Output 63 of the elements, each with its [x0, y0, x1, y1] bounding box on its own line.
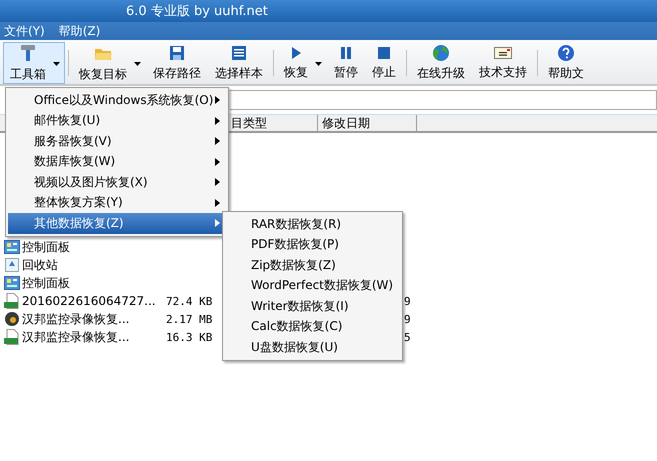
submenu-arrow-icon — [215, 116, 220, 124]
toolbar-button[interactable]: 帮助文 — [541, 42, 591, 84]
menu-item[interactable]: RAR数据恢复(R) — [225, 214, 400, 234]
file-name[interactable]: 控制面板 — [22, 238, 70, 256]
help-icon — [557, 44, 575, 62]
submenu-arrow-icon — [215, 158, 220, 166]
menu-item[interactable]: Calc数据恢复(C) — [225, 316, 400, 337]
menu-item[interactable]: 文件(Y) — [4, 22, 45, 40]
menu-item[interactable]: PDF数据恢复(P) — [225, 234, 400, 255]
toolbar-button[interactable]: 工具箱 — [3, 42, 65, 84]
menu-item[interactable]: 服务器恢复(V) — [8, 131, 226, 152]
menu-item[interactable]: Writer数据恢复(I) — [225, 296, 400, 316]
menu-item[interactable]: 整体恢复方案(Y) — [8, 192, 226, 213]
envelope-icon — [493, 45, 513, 61]
globe-icon — [432, 44, 450, 62]
column-header[interactable]: 修改日期 — [318, 115, 417, 131]
file-size: 72.4 KB — [166, 294, 212, 308]
toolbar-button[interactable]: 停止 — [365, 42, 403, 84]
submenu-arrow-icon — [215, 137, 220, 145]
table-cell: 9 — [404, 312, 411, 326]
file-name[interactable]: 汉邦监控录像恢复... — [22, 328, 130, 346]
stop-icon — [377, 45, 391, 61]
file-size: 2.17 MB — [166, 312, 212, 326]
menu-item[interactable]: 帮助(Z) — [58, 22, 100, 40]
submenu-arrow-icon — [215, 219, 220, 227]
image-file-icon — [4, 293, 20, 309]
table-cell: 5 — [404, 330, 411, 344]
table-cell: 9 — [404, 294, 411, 308]
pause-icon — [339, 45, 353, 61]
caret-icon — [134, 62, 141, 66]
file-name[interactable]: 汉邦监控录像恢复... — [22, 310, 130, 328]
submenu-arrow-icon — [215, 178, 220, 186]
submenu-arrow-icon — [215, 198, 220, 206]
menu-item[interactable]: 视频以及图片恢复(X) — [8, 172, 226, 192]
menu-item[interactable]: WordPerfect数据恢复(W) — [225, 276, 400, 296]
file-name[interactable]: 回收站 — [22, 256, 58, 274]
caret-icon — [315, 62, 322, 66]
play-icon — [289, 45, 303, 61]
menu-item[interactable]: 邮件恢复(U) — [8, 110, 226, 131]
submenu-arrow-icon — [215, 96, 220, 104]
hammer-icon — [18, 43, 38, 63]
toolbar-button[interactable]: 暂停 — [327, 42, 365, 84]
menu-item[interactable]: U盘数据恢复(U) — [225, 337, 400, 358]
toolbar-button[interactable]: 技术支持 — [472, 42, 534, 84]
image-file-icon — [4, 329, 20, 345]
path-field[interactable] — [230, 90, 657, 110]
recycle-bin-icon — [4, 258, 20, 272]
toolbar-button[interactable]: 保存路径 — [146, 42, 208, 84]
menu-item[interactable]: Zip数据恢复(Z) — [225, 255, 400, 276]
toolbar-button[interactable]: 选择样本 — [208, 42, 270, 84]
list-document-icon — [230, 44, 248, 62]
file-size: 16.3 KB — [166, 330, 212, 344]
file-name[interactable]: 控制面板 — [22, 274, 70, 292]
toolbar-button[interactable]: 在线升级 — [410, 42, 472, 84]
control-panel-icon — [4, 240, 20, 254]
caret-icon — [53, 62, 60, 66]
menu-item[interactable]: Office以及Windows系统恢复(O) — [8, 90, 226, 110]
file-name[interactable]: 2016022616064727... — [22, 294, 156, 308]
toolbar-button[interactable]: 恢复目标 — [72, 42, 146, 84]
toolbar-button[interactable]: 恢复 — [277, 42, 327, 84]
control-panel-icon — [4, 276, 20, 290]
window-title: 6.0 专业版 by uuhf.net — [126, 3, 268, 20]
menu-item[interactable]: 数据库恢复(W) — [8, 152, 226, 172]
